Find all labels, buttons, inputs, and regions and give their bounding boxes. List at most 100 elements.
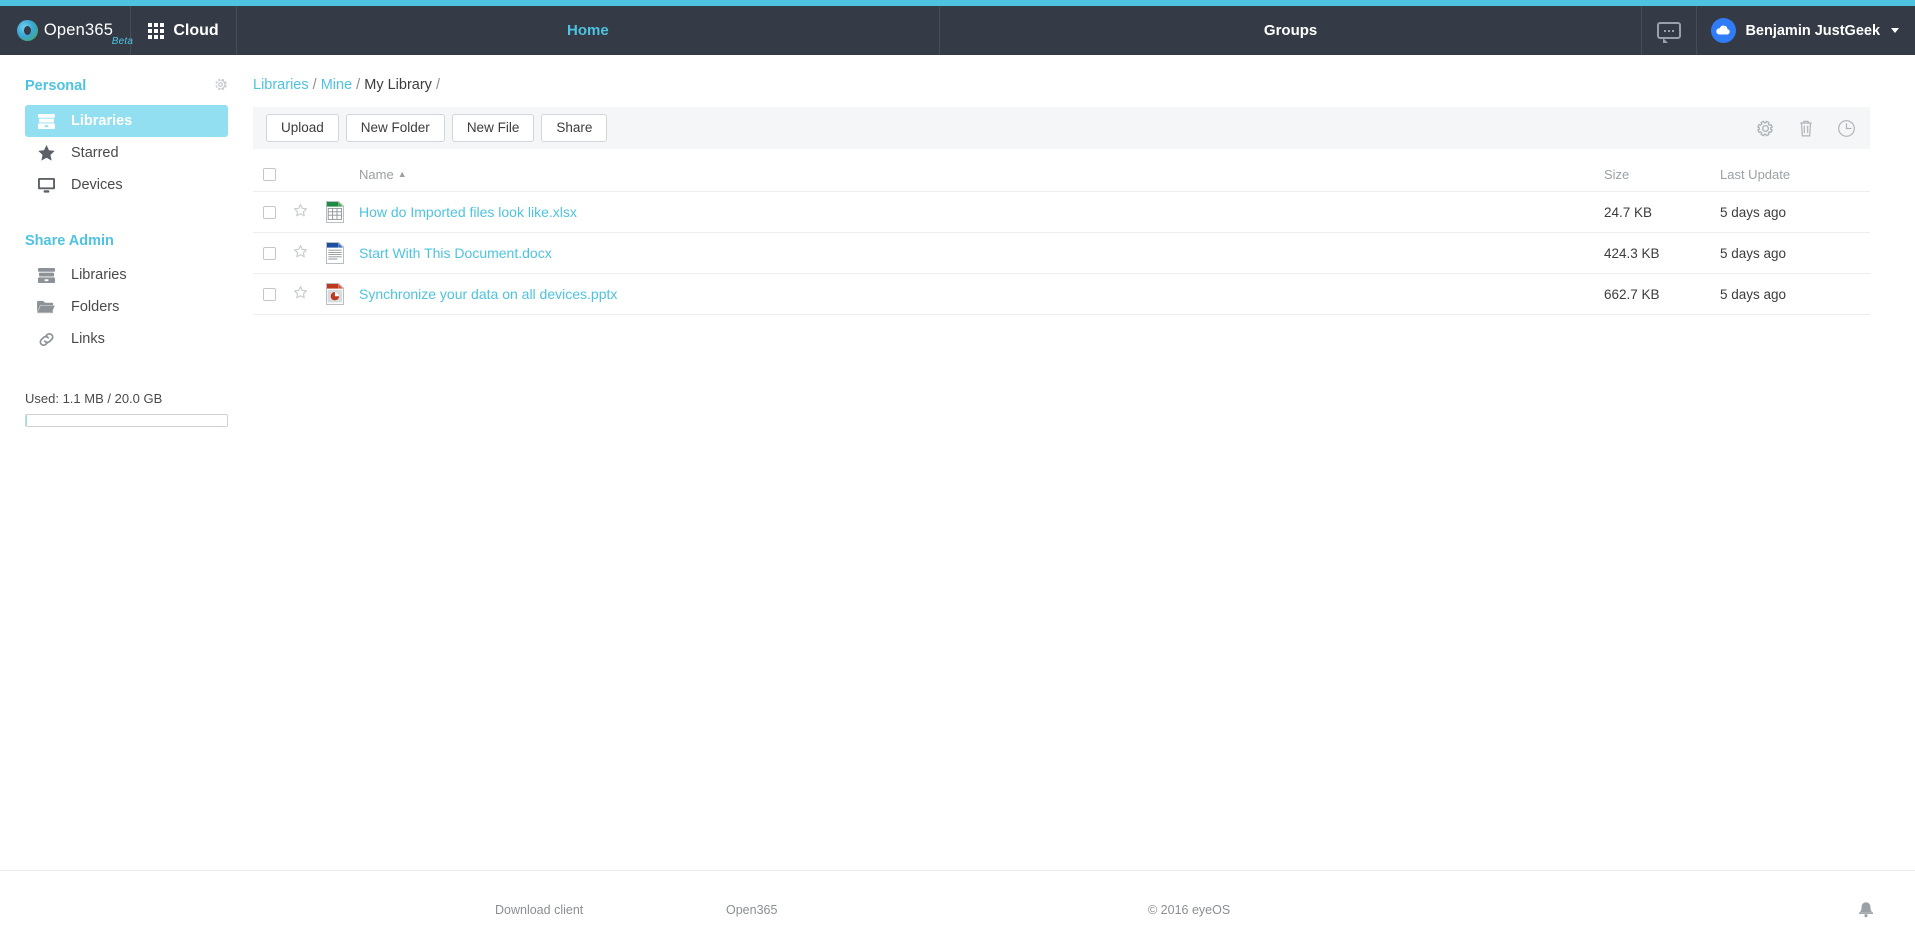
row-name-cell: Synchronize your data on all devices.ppt… xyxy=(359,273,1604,315)
cloud-app-button[interactable]: Cloud xyxy=(131,6,237,55)
row-last-update-cell: 5 days ago xyxy=(1720,273,1870,315)
star-icon[interactable] xyxy=(293,285,308,304)
last-update-header[interactable]: Last Update xyxy=(1720,149,1870,192)
file-toolbar: Upload New Folder New File Share xyxy=(253,107,1870,149)
file-table-body: How do Imported files look like.xlsx 24.… xyxy=(253,191,1870,315)
row-star-cell xyxy=(293,232,325,274)
row-file-icon-cell xyxy=(325,191,359,233)
size-header[interactable]: Size xyxy=(1604,149,1720,192)
new-file-button[interactable]: New File xyxy=(451,113,535,143)
beta-badge: Beta xyxy=(111,36,134,47)
table-row[interactable]: How do Imported files look like.xlsx 24.… xyxy=(253,191,1870,233)
open365-logo-icon xyxy=(16,20,38,41)
history-clock-icon[interactable] xyxy=(1837,119,1856,138)
folder-icon xyxy=(35,299,57,315)
user-menu[interactable]: Benjamin JustGeek xyxy=(1697,6,1915,55)
star-icon[interactable] xyxy=(293,244,308,263)
row-checkbox[interactable] xyxy=(263,287,276,301)
row-name-cell: Start With This Document.docx xyxy=(359,232,1604,274)
row-file-icon-cell xyxy=(325,273,359,315)
chat-bubble-icon xyxy=(1657,22,1682,43)
sidebar-section-share-admin-title: Share Admin xyxy=(25,233,114,249)
table-header-row: Name ▲ Size Last Update xyxy=(253,149,1870,192)
sidebar-item-libraries[interactable]: Libraries xyxy=(25,105,228,137)
cloud-label: Cloud xyxy=(173,21,219,39)
nav-tab-home[interactable]: Home xyxy=(237,6,940,55)
toolbar-buttons: Upload New Folder New File Share xyxy=(266,113,614,143)
row-star-cell xyxy=(293,273,325,315)
copyright-text: © 2016 eyeOS xyxy=(1148,903,1231,917)
nav-tab-groups-label: Groups xyxy=(1263,22,1318,39)
library-icon xyxy=(35,113,57,130)
sort-asc-icon: ▲ xyxy=(397,169,407,179)
nav-tab-groups[interactable]: Groups xyxy=(940,6,1643,55)
presentation-file-icon xyxy=(325,283,359,305)
sidebar-item-admin-links-label: Links xyxy=(71,331,105,347)
content-area: Libraries / Mine / My Library / Upload N… xyxy=(253,55,1915,870)
sidebar-item-admin-libraries[interactable]: Libraries xyxy=(25,259,228,291)
star-icon[interactable] xyxy=(293,203,308,222)
breadcrumb-separator-1: / xyxy=(312,77,317,93)
select-all-checkbox[interactable] xyxy=(263,168,276,181)
size-header-label: Size xyxy=(1604,167,1630,182)
file-link[interactable]: Synchronize your data on all devices.ppt… xyxy=(359,286,617,302)
brand-name: Open365 Beta xyxy=(43,21,133,47)
breadcrumb-link-libraries[interactable]: Libraries xyxy=(253,77,309,93)
toolbar-icons xyxy=(1756,119,1856,138)
cloud-avatar-icon xyxy=(1716,25,1731,35)
bell-icon[interactable] xyxy=(1857,900,1875,920)
sidebar-item-libraries-label: Libraries xyxy=(71,113,133,129)
trash-icon[interactable] xyxy=(1797,119,1815,138)
new-folder-button[interactable]: New Folder xyxy=(345,113,445,143)
avatar xyxy=(1711,18,1737,43)
row-select-cell xyxy=(253,273,293,315)
name-header[interactable]: Name ▲ xyxy=(359,149,1604,192)
breadcrumb-separator-3: / xyxy=(435,77,440,93)
breadcrumb: Libraries / Mine / My Library / xyxy=(253,77,1870,93)
table-row[interactable]: Start With This Document.docx 424.3 KB 5… xyxy=(253,232,1870,274)
row-size-cell: 24.7 KB xyxy=(1604,191,1720,233)
row-last-update-cell: 5 days ago xyxy=(1720,232,1870,274)
sidebar-item-starred-label: Starred xyxy=(71,145,119,161)
row-checkbox[interactable] xyxy=(263,246,276,260)
open365-link[interactable]: Open365 xyxy=(726,903,777,917)
breadcrumb-current: My Library xyxy=(364,77,432,93)
sidebar-item-starred[interactable]: Starred xyxy=(25,137,228,169)
file-table-header: Name ▲ Size Last Update xyxy=(253,149,1870,192)
row-star-cell xyxy=(293,191,325,233)
gear-icon[interactable] xyxy=(213,77,228,95)
share-button[interactable]: Share xyxy=(541,113,608,143)
row-last-update-cell: 5 days ago xyxy=(1720,191,1870,233)
file-link[interactable]: How do Imported files look like.xlsx xyxy=(359,204,577,220)
sidebar-item-admin-links[interactable]: Links xyxy=(25,323,228,355)
document-file-icon xyxy=(325,242,359,264)
page-body: Personal Libraries Starred Devices Share… xyxy=(0,55,1915,870)
storage-usage-text: Used: 1.1 MB / 20.0 GB xyxy=(25,391,163,406)
library-icon xyxy=(35,267,57,284)
sidebar: Personal Libraries Starred Devices Share… xyxy=(0,55,253,870)
row-checkbox[interactable] xyxy=(263,205,276,219)
monitor-icon xyxy=(35,177,57,194)
row-size-cell: 662.7 KB xyxy=(1604,273,1720,315)
upload-button[interactable]: Upload xyxy=(266,113,339,143)
table-row[interactable]: Synchronize your data on all devices.ppt… xyxy=(253,273,1870,315)
spreadsheet-file-icon xyxy=(325,201,359,223)
breadcrumb-link-mine[interactable]: Mine xyxy=(321,77,352,93)
storage-usage-bar xyxy=(25,414,228,427)
brand-logo-area[interactable]: Open365 Beta xyxy=(0,6,133,55)
sidebar-item-devices-label: Devices xyxy=(71,177,123,193)
row-name-cell: How do Imported files look like.xlsx xyxy=(359,191,1604,233)
row-select-cell xyxy=(253,191,293,233)
storage-usage-fill xyxy=(26,415,27,426)
sidebar-item-admin-folders[interactable]: Folders xyxy=(25,291,228,323)
sidebar-section-share-admin-header: Share Admin xyxy=(25,233,228,249)
gear-icon[interactable] xyxy=(1756,119,1775,138)
storage-usage: Used: 1.1 MB / 20.0 GB xyxy=(25,391,228,427)
sidebar-item-devices[interactable]: Devices xyxy=(25,169,228,201)
file-link[interactable]: Start With This Document.docx xyxy=(359,245,552,261)
brand-label: Open365 xyxy=(43,21,114,39)
file-icon-header xyxy=(325,149,359,192)
nav-tab-home-label: Home xyxy=(567,22,609,39)
download-client-link[interactable]: Download client xyxy=(495,903,583,917)
chat-button[interactable] xyxy=(1642,6,1698,55)
